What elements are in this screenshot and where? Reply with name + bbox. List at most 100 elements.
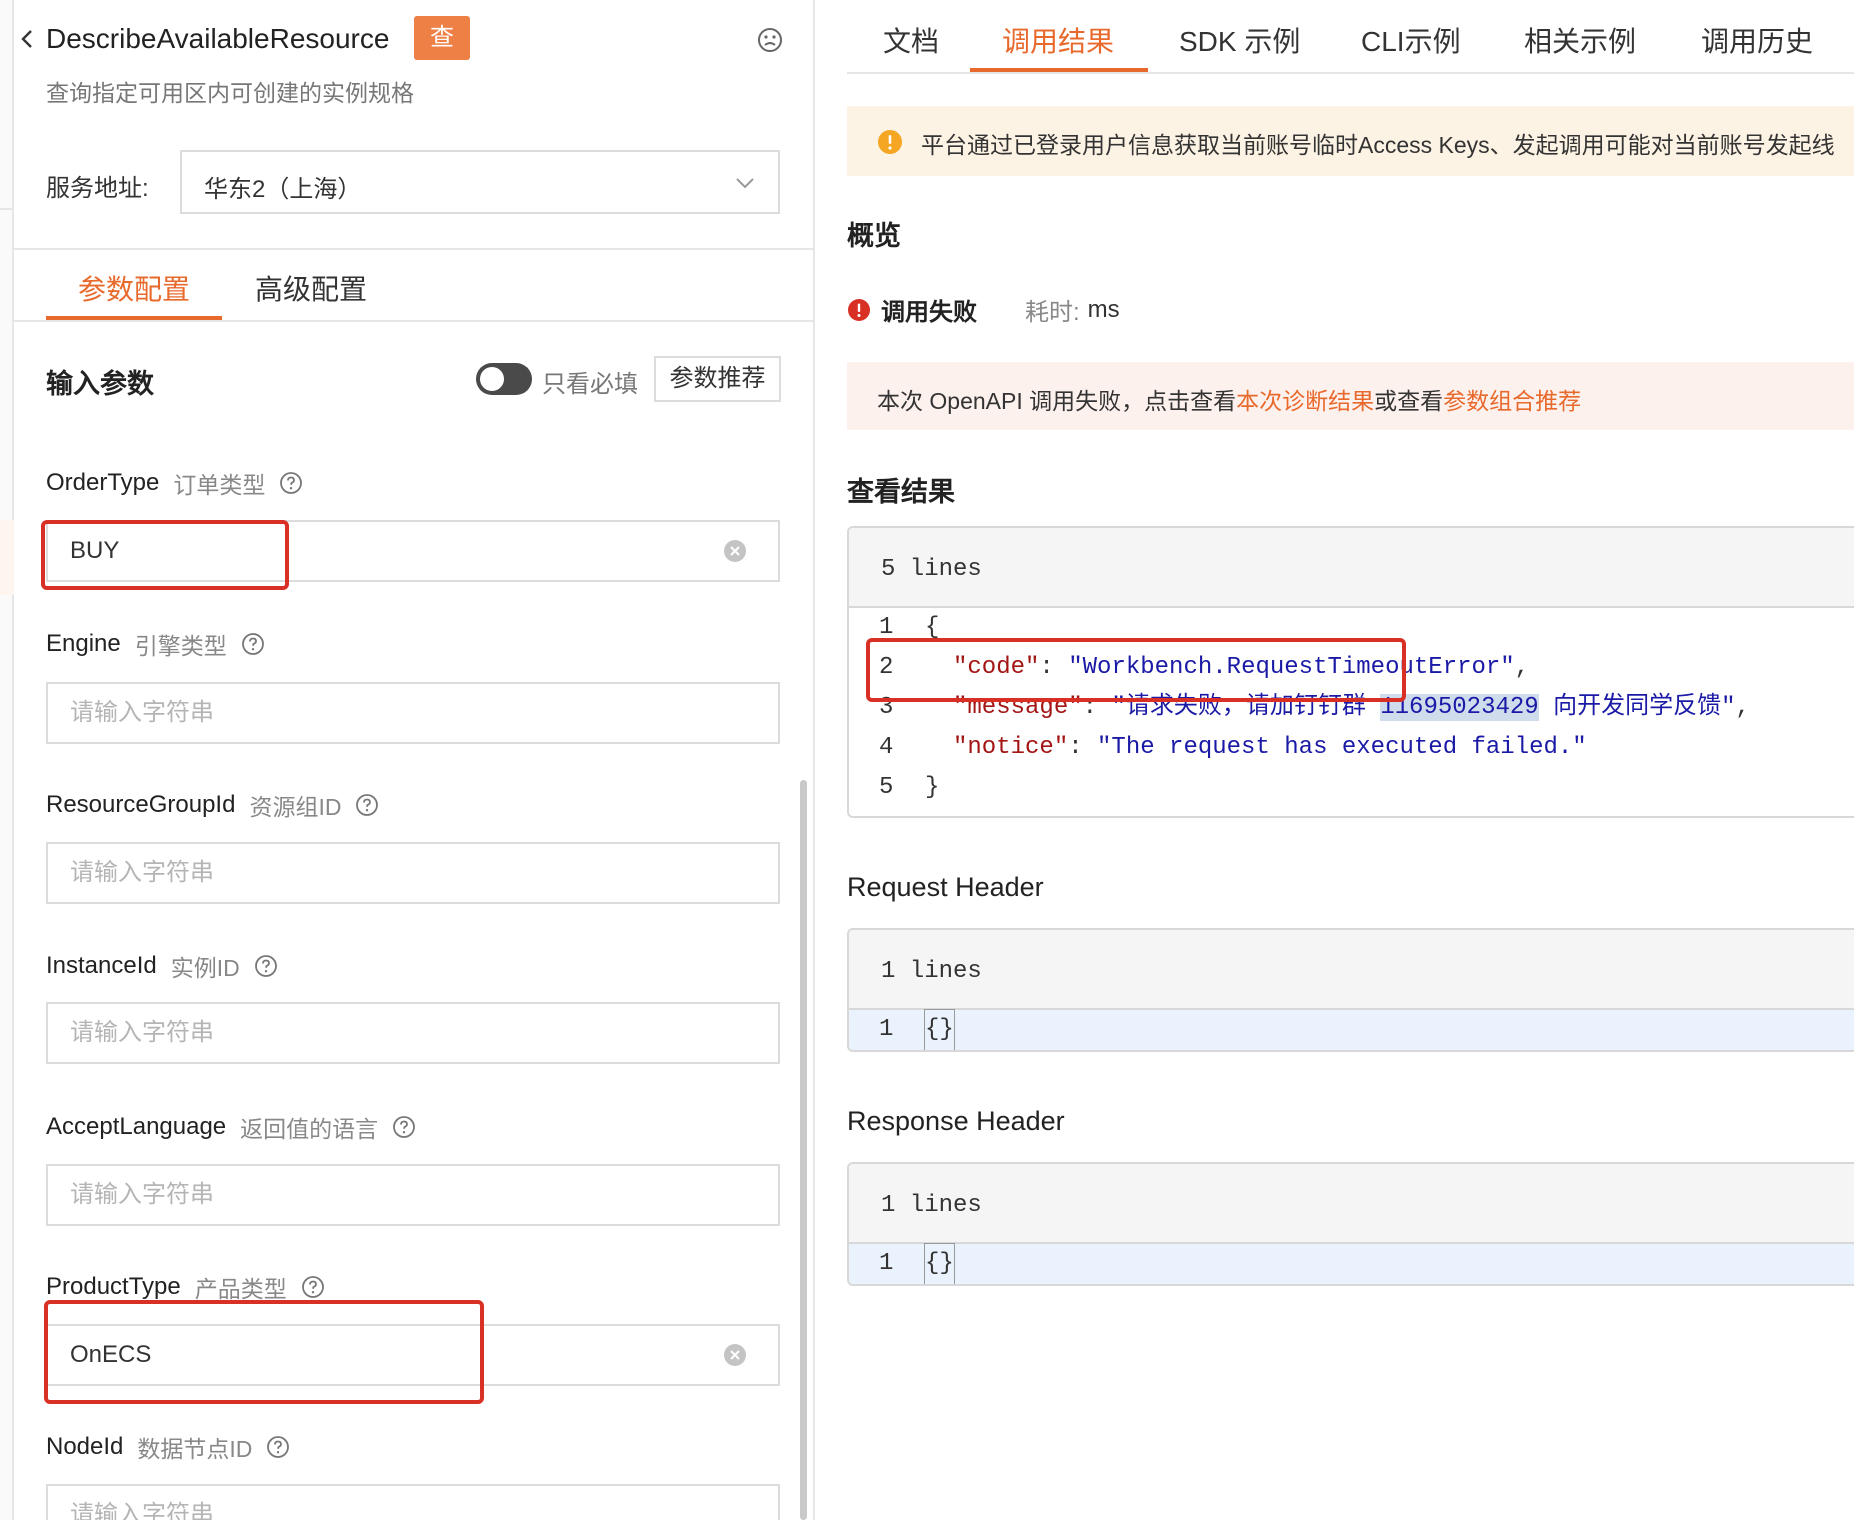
diagnosis-result-link[interactable]: 本次诊断结果 [1236,388,1374,414]
line-number: 2 [879,654,894,681]
line-number: 3 [879,694,894,721]
param-label-engine: Engine 引擎类型 [46,627,265,661]
ordertype-input[interactable] [46,520,780,582]
code-text: {} [924,1009,955,1050]
line-number: 4 [879,734,894,761]
resourcegroupid-input[interactable] [46,842,780,904]
error-icon [847,298,871,322]
param-name: OrderType [46,469,160,496]
auth-notice-banner: 平台通过已登录用户信息获取当前账号临时Access Keys、发起调用可能对当前… [847,106,1854,176]
acceptlanguage-input[interactable] [46,1164,780,1226]
scrollbar[interactable] [800,780,807,1520]
tab-docs[interactable]: 文档 [883,20,939,60]
code-text: } [925,774,940,801]
tab-call-history[interactable]: 调用历史 [1701,20,1813,60]
clear-input-icon[interactable] [723,1343,747,1367]
service-address-label: 服务地址: [46,175,149,202]
request-code-body: 1 {} [849,1009,1854,1050]
back-chevron-icon[interactable] [16,26,38,52]
param-label-producttype: ProductType 产品类型 [46,1270,325,1304]
elapsed-label: 耗时: [1025,299,1080,326]
code-line: 1{ [849,608,1854,648]
tab-advanced-config[interactable]: 高级配置 [255,268,367,308]
json-value-highlight: 11695023429 [1380,694,1539,721]
param-name: Engine [46,630,121,657]
tab-cli-example[interactable]: CLI示例 [1361,20,1461,60]
divider [14,248,813,250]
question-circle-icon[interactable] [254,954,278,978]
question-circle-icon[interactable] [266,1435,290,1459]
param-name: ProductType [46,1273,181,1300]
json-key: "notice" [953,734,1069,761]
param-name: AcceptLanguage [46,1113,227,1140]
warning-icon [877,129,903,155]
elapsed-value: ms [1087,295,1120,323]
param-cn-name: 引擎类型 [134,633,227,659]
tab-sdk-example[interactable]: SDK 示例 [1179,20,1300,60]
param-label-instanceid: InstanceId 实例ID [46,949,278,983]
api-query-badge: 查 [414,16,470,60]
code-line: 5} [849,768,1854,808]
service-address-select[interactable]: 华东2（上海） [180,150,780,214]
line-number: 1 [879,1250,894,1277]
param-label-nodeid: NodeId 数据节点ID [46,1430,290,1464]
result-code-viewer[interactable]: 5 lines 1{ 2 "code": "Workbench.RequestTi… [847,526,1854,818]
code-line: 2 "code": "Workbench.RequestTimeoutError"… [849,648,1854,688]
failure-message-box: 本次 OpenAPI 调用失败，点击查看本次诊断结果或查看参数组合推荐 [847,362,1854,430]
code-text: "notice": "The request has executed fail… [953,734,1587,761]
left-edge-rail [0,0,14,1520]
question-circle-icon[interactable] [241,632,265,656]
line-number: 5 [879,774,894,801]
feedback-face-icon[interactable] [756,26,784,54]
overview-title: 概览 [847,221,901,251]
param-cn-name: 实例ID [170,955,240,981]
response-header-viewer[interactable]: 1 lines 1 {} [847,1162,1854,1286]
tabs-divider [14,320,813,322]
code-text: "code": "Workbench.RequestTimeoutError", [953,654,1530,681]
json-value: 向开发同学反馈" [1538,694,1736,721]
code-line: 1 {} [849,1009,1854,1050]
required-only-toggle[interactable] [476,363,532,395]
code-text: {} [924,1243,955,1284]
api-debug-panel: DescribeAvailableResource 查 查询指定可用区内可创建的… [0,0,815,1520]
tab-param-config[interactable]: 参数配置 [78,268,190,308]
request-header-title: Request Header [847,872,1044,902]
chevron-down-icon [734,172,756,194]
param-label-acceptlanguage: AcceptLanguage 返回值的语言 [46,1110,416,1144]
tab-related-examples[interactable]: 相关示例 [1524,20,1636,60]
param-cn-name: 订单类型 [173,472,266,498]
producttype-input[interactable] [46,1324,780,1386]
result-panel: 文档 调用结果 SDK 示例 CLI示例 相关示例 调用历史 平台通过已登录用户… [817,0,1854,1520]
response-header-title: Response Header [847,1106,1065,1136]
param-combination-link[interactable]: 参数组合推荐 [1443,388,1581,414]
clear-input-icon[interactable] [723,539,747,563]
instanceid-input[interactable] [46,1002,780,1064]
required-only-label: 只看必填 [542,371,638,398]
view-result-title: 查看结果 [847,477,955,507]
question-circle-icon[interactable] [355,793,379,817]
api-name-title: DescribeAvailableResource [46,23,390,54]
request-header-viewer[interactable]: 1 lines 1 {} [847,928,1854,1052]
nodeid-input[interactable] [46,1484,780,1520]
result-code-body: 1{ 2 "code": "Workbench.RequestTimeoutErr… [849,608,1854,808]
toggle-knob [480,367,504,391]
call-status-row: 调用失败 耗时: ms [847,292,1120,327]
json-key: "code" [953,654,1040,681]
input-params-title: 输入参数 [46,369,154,399]
question-circle-icon[interactable] [392,1115,416,1139]
tab-call-result[interactable]: 调用结果 [1002,20,1114,60]
param-name: NodeId [46,1433,124,1460]
param-cn-name: 产品类型 [194,1276,287,1302]
engine-input[interactable] [46,682,780,744]
param-name: InstanceId [46,952,157,979]
json-value: "请求失败，请加钉钉群 [1111,694,1381,721]
code-line: 1 {} [849,1243,1854,1284]
json-value: "The request has executed failed." [1097,734,1587,761]
json-value: "Workbench.RequestTimeoutError" [1068,654,1515,681]
question-circle-icon[interactable] [279,471,303,495]
code-text: "message": "请求失败，请加钉钉群 11695023429 向开发同学… [953,694,1750,721]
param-cn-name: 数据节点ID [137,1436,253,1462]
param-recommend-button[interactable]: 参数推荐 [654,356,781,402]
question-circle-icon[interactable] [301,1275,325,1299]
rail-divider [0,140,14,210]
